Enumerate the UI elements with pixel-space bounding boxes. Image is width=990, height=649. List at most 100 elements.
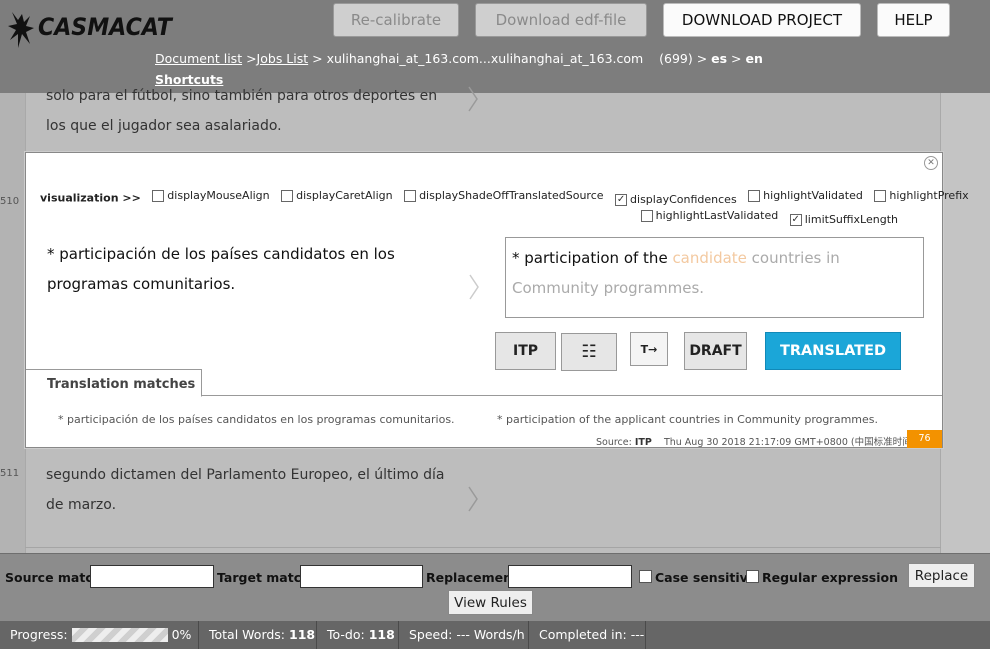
chevron-right-icon bbox=[468, 86, 478, 112]
option-display-caret-align[interactable]: displayCaretAlign bbox=[281, 189, 393, 202]
option-display-shade-off[interactable]: displayShadeOffTranslatedSource bbox=[404, 189, 604, 202]
match-source[interactable]: * participación de los países candidatos… bbox=[58, 413, 455, 426]
option-highlight-validated[interactable]: highlightValidated bbox=[748, 189, 863, 202]
segment-divider bbox=[25, 547, 941, 548]
match-source-value: ITP bbox=[634, 437, 652, 448]
option-highlight-last-validated[interactable]: highlightLastValidated bbox=[640, 209, 779, 222]
breadcrumb-separator: > bbox=[727, 51, 746, 66]
translated-button[interactable]: TRANSLATED bbox=[765, 332, 901, 370]
list-icon[interactable]: ☷ bbox=[561, 333, 617, 371]
visualization-label: visualization >> bbox=[40, 191, 141, 205]
regular-expression-label: Regular expression bbox=[762, 570, 898, 585]
checkbox[interactable] bbox=[152, 189, 165, 202]
target-match-input[interactable] bbox=[300, 565, 423, 588]
total-words-value: 118 bbox=[289, 627, 316, 642]
casmacat-logo: CASMACAT bbox=[8, 4, 172, 52]
checkbox-checked[interactable]: ✓ bbox=[789, 213, 802, 226]
next-segment-text[interactable]: segundo dictamen del Parlamento Europeo,… bbox=[46, 460, 446, 520]
source-language: es bbox=[711, 51, 728, 66]
segment-number: 511 bbox=[0, 468, 20, 479]
checkbox-checked[interactable]: ✓ bbox=[615, 193, 628, 206]
checkbox[interactable] bbox=[874, 189, 887, 202]
download-edf-button[interactable]: Download edf-file bbox=[475, 3, 647, 37]
target-candidate-word: candidate bbox=[672, 249, 747, 267]
option-label: highlightLastValidated bbox=[655, 209, 779, 222]
breadcrumb-separator: > bbox=[242, 51, 257, 66]
itp-button[interactable]: ITP bbox=[495, 332, 556, 370]
option-limit-suffix-length[interactable]: ✓ limitSuffixLength bbox=[789, 213, 898, 226]
match-date: Thu Aug 30 2018 21:17:09 GMT+0800 (中国标准时… bbox=[663, 437, 916, 448]
target-editor[interactable]: * participation of the candidate countri… bbox=[505, 237, 924, 318]
t-arrow-icon[interactable]: T→ bbox=[630, 332, 668, 366]
breadcrumb-jobs-list[interactable]: Jobs List bbox=[257, 51, 309, 66]
progress-bar bbox=[71, 627, 168, 642]
close-icon[interactable]: ✕ bbox=[924, 156, 938, 170]
download-project-button[interactable]: DOWNLOAD PROJECT bbox=[663, 3, 861, 37]
progress-percent: 0% bbox=[171, 627, 192, 642]
segment-editor: ✕ visualization >> displayMouseAlign dis… bbox=[25, 152, 969, 448]
cat-icon bbox=[8, 12, 34, 48]
help-button[interactable]: HELP bbox=[877, 3, 950, 37]
view-rules-button[interactable]: View Rules bbox=[448, 590, 533, 615]
replacement-input[interactable] bbox=[508, 565, 632, 588]
option-display-mouse-align[interactable]: displayMouseAlign bbox=[152, 189, 270, 202]
match-score-badge: 76 bbox=[907, 430, 942, 448]
todo-value: 118 bbox=[368, 627, 395, 642]
completed-status: Completed in: --- bbox=[529, 621, 646, 649]
option-label: highlightValidated bbox=[763, 189, 863, 202]
option-label: limitSuffixLength bbox=[804, 213, 898, 226]
recalibrate-button[interactable]: Re-calibrate bbox=[333, 3, 459, 37]
visualization-options-row2: highlightLastValidated ✓ limitSuffixLengt… bbox=[633, 209, 898, 226]
segment-number: 510 bbox=[0, 196, 20, 207]
target-match-label: Target match bbox=[217, 570, 311, 585]
regular-expression-checkbox[interactable] bbox=[746, 570, 759, 583]
target-language: en bbox=[745, 51, 763, 66]
chevron-right-icon bbox=[469, 274, 479, 300]
breadcrumb-job-name: > xulihanghai_at_163.com...xulihanghai_a… bbox=[308, 51, 644, 66]
checkbox[interactable] bbox=[404, 189, 417, 202]
total-words-label: Total Words: bbox=[209, 627, 286, 642]
left-gutter bbox=[0, 93, 25, 553]
option-label: displayConfidences bbox=[630, 193, 737, 206]
right-gutter bbox=[941, 93, 990, 553]
speed-status: Speed: --- Words/h bbox=[399, 621, 529, 649]
todo-label: To-do: bbox=[327, 627, 365, 642]
source-match-input[interactable] bbox=[90, 565, 214, 588]
match-target[interactable]: * participation of the applicant countri… bbox=[497, 413, 878, 426]
todo-status: To-do: 118 bbox=[317, 621, 399, 649]
replacement-label: Replacement bbox=[426, 570, 519, 585]
breadcrumb-document-list[interactable]: Document list bbox=[155, 51, 242, 66]
breadcrumb-count: (699) > bbox=[659, 51, 708, 66]
progress-status: Progress: 0% bbox=[0, 621, 199, 649]
case-sensitive-checkbox[interactable] bbox=[639, 570, 652, 583]
checkbox[interactable] bbox=[281, 189, 294, 202]
case-sensitive-label: Case sensitive bbox=[655, 570, 757, 585]
option-label: displayShadeOffTranslatedSource bbox=[419, 189, 604, 202]
breadcrumb: Document list >Jobs List > xulihanghai_a… bbox=[155, 51, 763, 66]
option-display-confidences[interactable]: ✓ displayConfidences bbox=[615, 193, 737, 206]
logo-text: CASMACAT bbox=[38, 13, 172, 41]
option-label: highlightPrefix bbox=[889, 189, 969, 202]
draft-button[interactable]: DRAFT bbox=[684, 332, 747, 370]
match-metadata: Source: ITP Thu Aug 30 2018 21:17:09 GMT… bbox=[596, 434, 915, 448]
previous-segment-text[interactable]: solo para el fútbol, sino también para o… bbox=[46, 81, 446, 141]
tab-translation-matches[interactable]: Translation matches bbox=[26, 369, 202, 397]
option-label: displayMouseAlign bbox=[167, 189, 270, 202]
option-label: displayCaretAlign bbox=[296, 189, 393, 202]
progress-label: Progress: bbox=[10, 627, 68, 642]
option-highlight-prefix[interactable]: highlightPrefix bbox=[874, 189, 969, 202]
source-text: * participación de los países candidatos… bbox=[47, 245, 395, 293]
replace-button[interactable]: Replace bbox=[908, 563, 975, 588]
chevron-right-icon bbox=[468, 486, 478, 512]
matches-tab-bar: Translation matches bbox=[26, 369, 942, 397]
total-words-status: Total Words: 118 bbox=[199, 621, 317, 649]
search-replace-bar: Source match Target match Replacement Ca… bbox=[0, 553, 990, 621]
status-bar: Progress: 0% Total Words: 118 To-do: 118 … bbox=[0, 621, 990, 649]
checkbox[interactable] bbox=[748, 189, 761, 202]
match-source-label: Source: bbox=[596, 437, 635, 448]
visualization-options: visualization >> displayMouseAlign displ… bbox=[40, 189, 969, 206]
target-prefix: * participation of the bbox=[512, 249, 673, 267]
checkbox[interactable] bbox=[640, 209, 653, 222]
source-match-label: Source match bbox=[5, 570, 102, 585]
top-header: CASMACAT Re-calibrate Download edf-file … bbox=[0, 0, 990, 93]
